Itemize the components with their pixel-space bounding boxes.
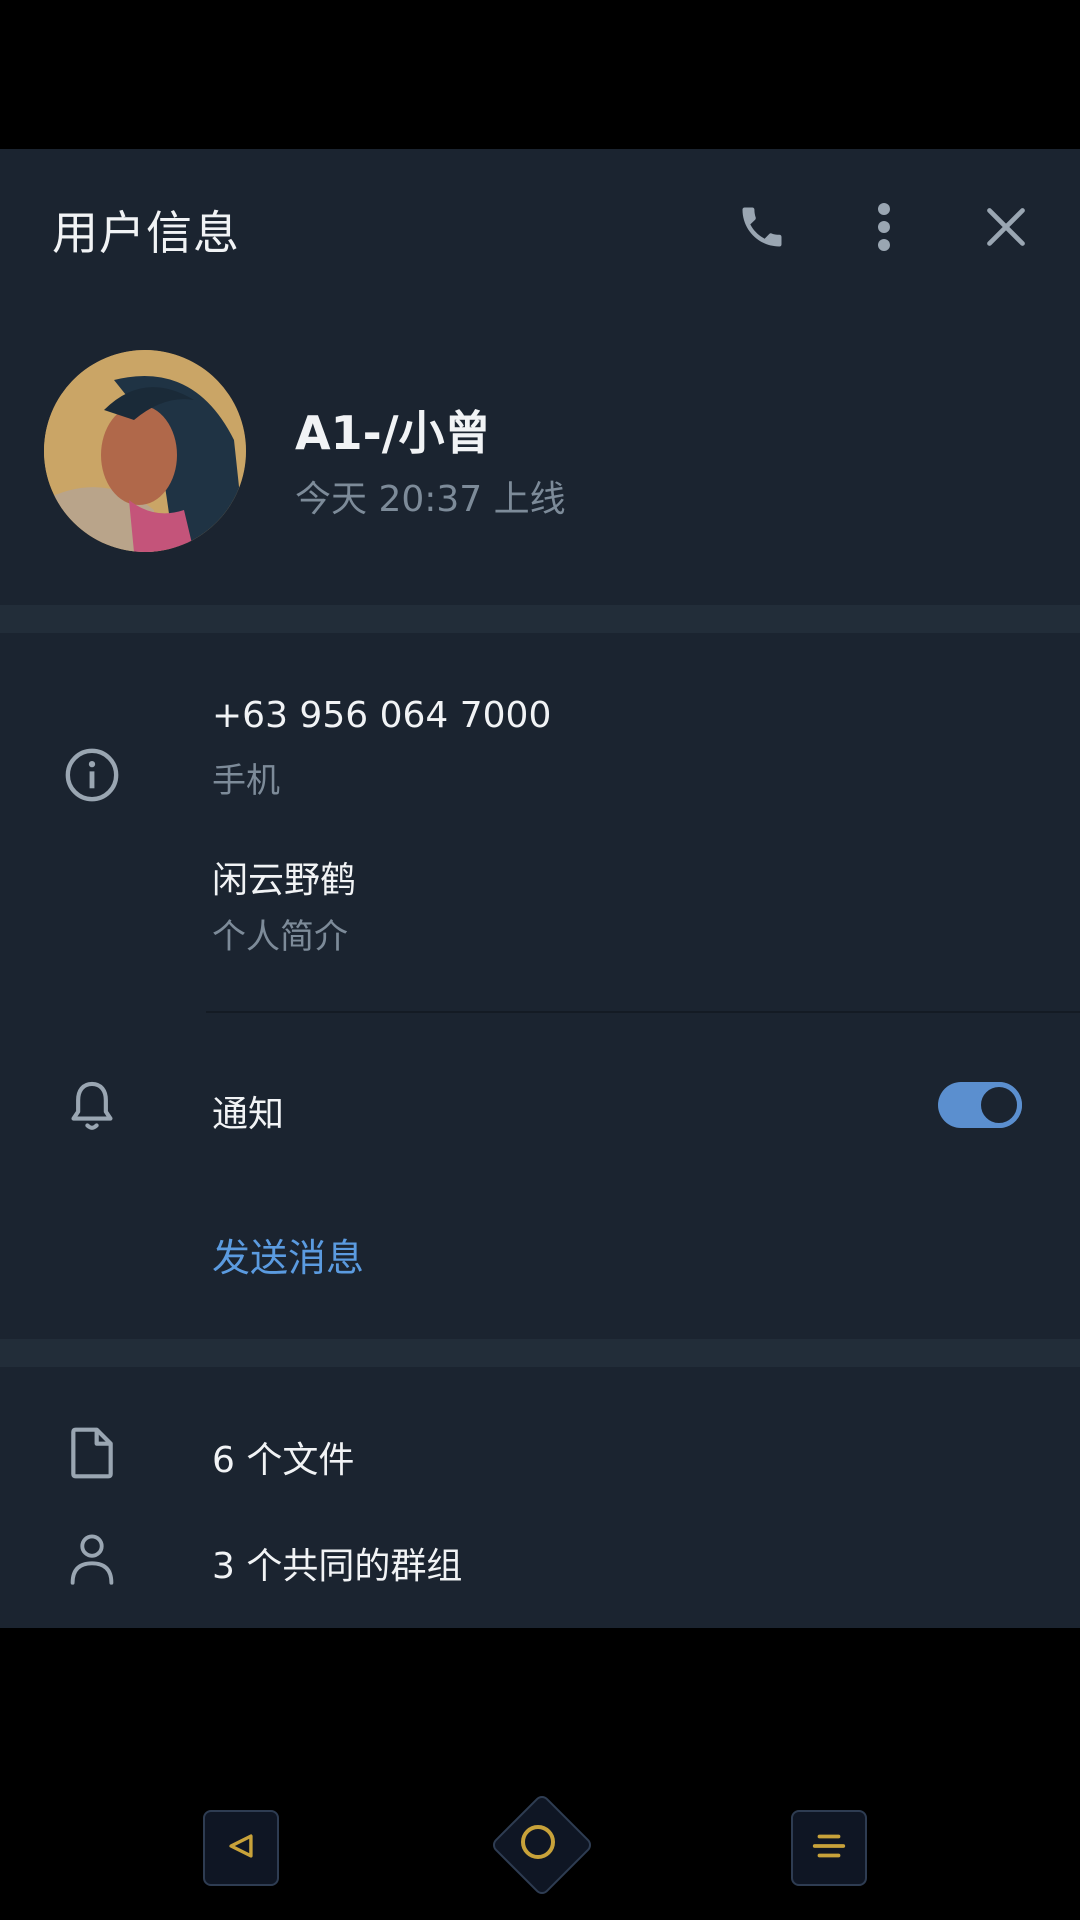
- menu-button[interactable]: [791, 1810, 867, 1886]
- send-message-link[interactable]: 发送消息: [212, 1227, 364, 1282]
- back-triangle-icon: [224, 1829, 258, 1867]
- page-title: 用户信息: [52, 206, 240, 260]
- phone-number[interactable]: +63 956 064 7000: [212, 695, 551, 736]
- avatar[interactable]: [44, 350, 246, 552]
- system-navbar: [0, 1780, 1080, 1910]
- info-icon: [60, 743, 124, 807]
- phone-label: 手机: [212, 761, 280, 801]
- last-seen-status: 今天 20:37 上线: [295, 479, 566, 520]
- notifications-label: 通知: [212, 1094, 285, 1135]
- user-info-panel: 用户信息 A1-/小曾 今天 20:37 上线 +63 956 064 7000…: [0, 149, 1080, 1628]
- menu-lines-icon: [810, 1829, 848, 1867]
- bell-icon: [60, 1075, 124, 1139]
- home-circle-icon: [521, 1825, 555, 1859]
- panel-header: 用户信息: [0, 149, 1080, 305]
- bio-text[interactable]: 闲云野鹤: [212, 851, 356, 903]
- user-icon: [60, 1527, 124, 1591]
- more-button[interactable]: [848, 193, 920, 265]
- files-item[interactable]: 6 个文件: [212, 1431, 354, 1483]
- call-button[interactable]: [726, 193, 798, 265]
- more-vertical-icon: [874, 201, 894, 257]
- common-groups-item[interactable]: 3 个共同的群组: [212, 1537, 462, 1589]
- close-button[interactable]: [970, 193, 1042, 265]
- screen: 用户信息 A1-/小曾 今天 20:37 上线 +63 956 064 7000…: [0, 0, 1080, 1920]
- toggle-knob: [976, 1082, 1022, 1128]
- divider: [206, 1011, 1080, 1013]
- file-icon: [60, 1421, 124, 1485]
- contact-name: A1-/小曾: [295, 406, 491, 460]
- close-icon: [984, 205, 1028, 253]
- back-button[interactable]: [203, 1810, 279, 1886]
- notifications-toggle[interactable]: [938, 1082, 1022, 1128]
- bio-label: 个人简介: [212, 917, 348, 957]
- phone-icon: [736, 201, 788, 257]
- section-separator: [0, 605, 1080, 633]
- profile-section: A1-/小曾 今天 20:37 上线: [0, 305, 1080, 605]
- section-separator: [0, 1339, 1080, 1367]
